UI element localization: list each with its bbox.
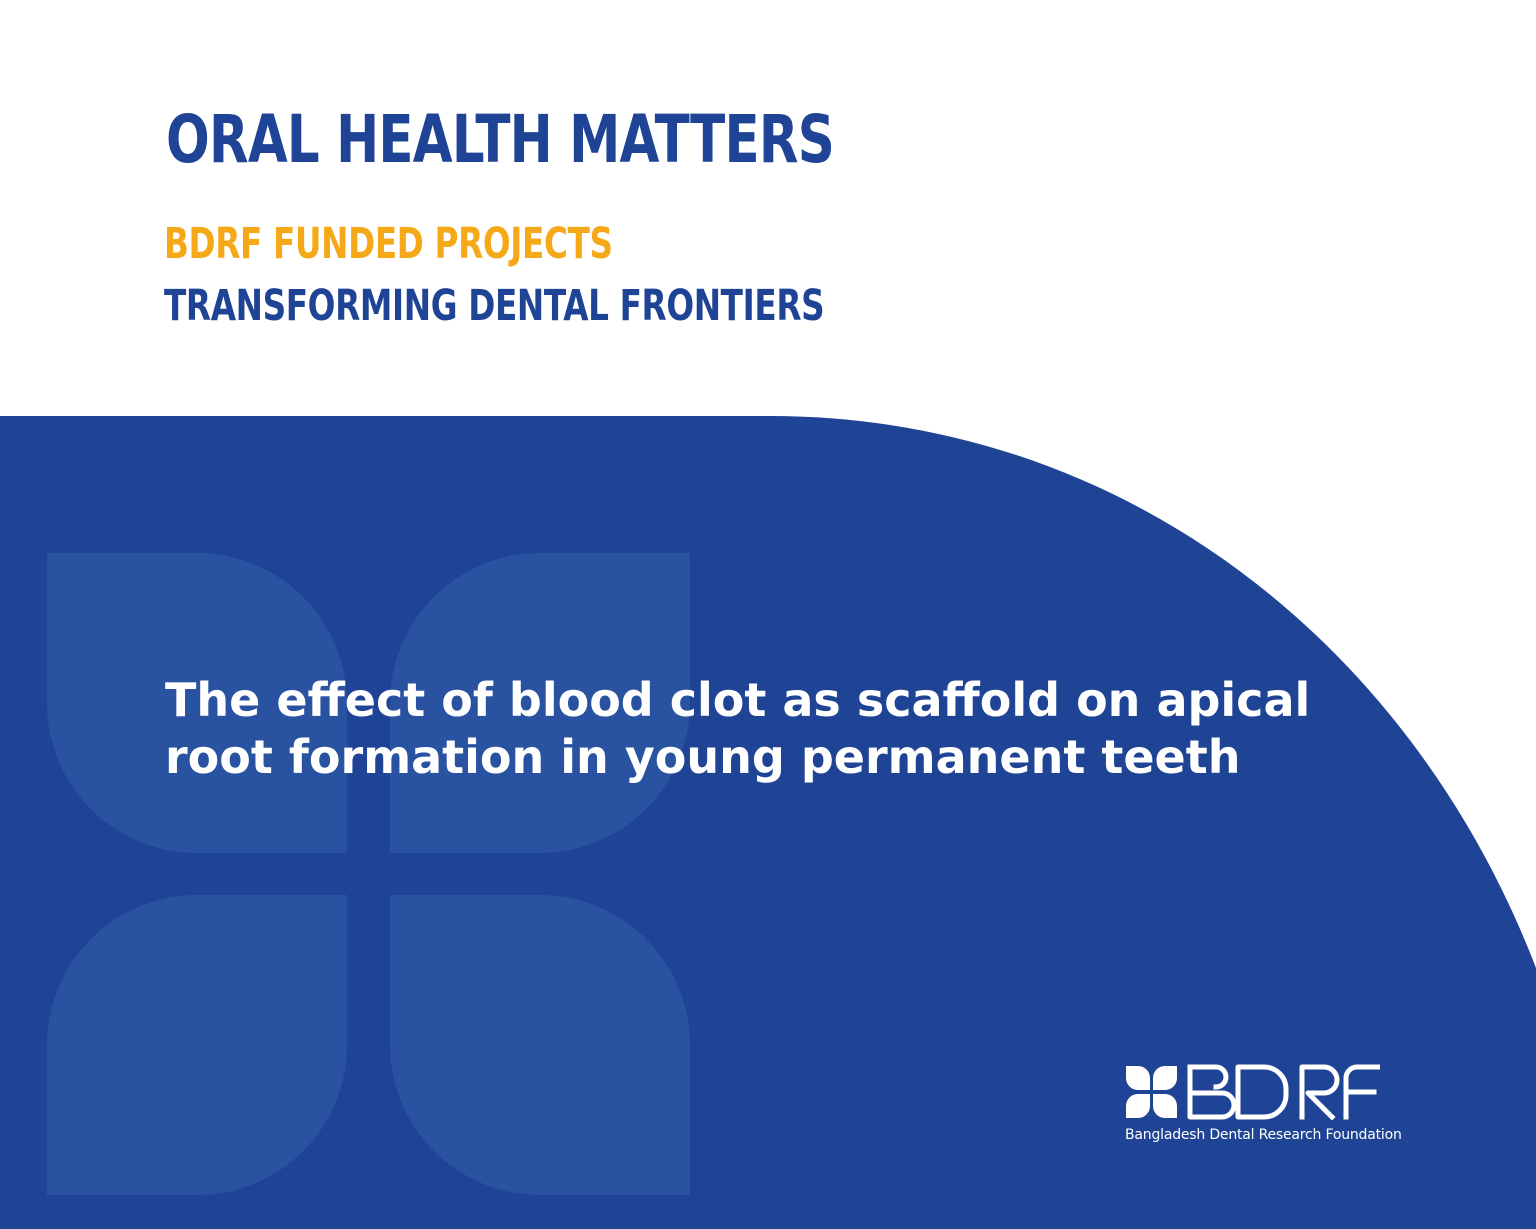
poster-canvas: ORAL HEALTH MATTERS BDRF FUNDED PROJECTS… [0, 0, 1536, 1229]
navy-arc-panel [0, 416, 1536, 1229]
petal-cross-icon [1126, 1066, 1177, 1118]
brand-tagline: Bangladesh Dental Research Foundation [1125, 1127, 1402, 1143]
bdrf-logo: Bangladesh Dental Research Foundation [1124, 1064, 1402, 1146]
bdrf-wordmark [1187, 1064, 1380, 1120]
bdrf-logo-mark [1126, 1064, 1380, 1120]
subhead-funded-projects: BDRF FUNDED PROJECTS [164, 219, 613, 269]
headline: ORAL HEALTH MATTERS [166, 101, 835, 178]
project-title: The effect of blood clot as scaffold on … [165, 673, 1311, 784]
subhead-transforming-frontiers: TRANSFORMING DENTAL FRONTIERS [164, 281, 825, 331]
